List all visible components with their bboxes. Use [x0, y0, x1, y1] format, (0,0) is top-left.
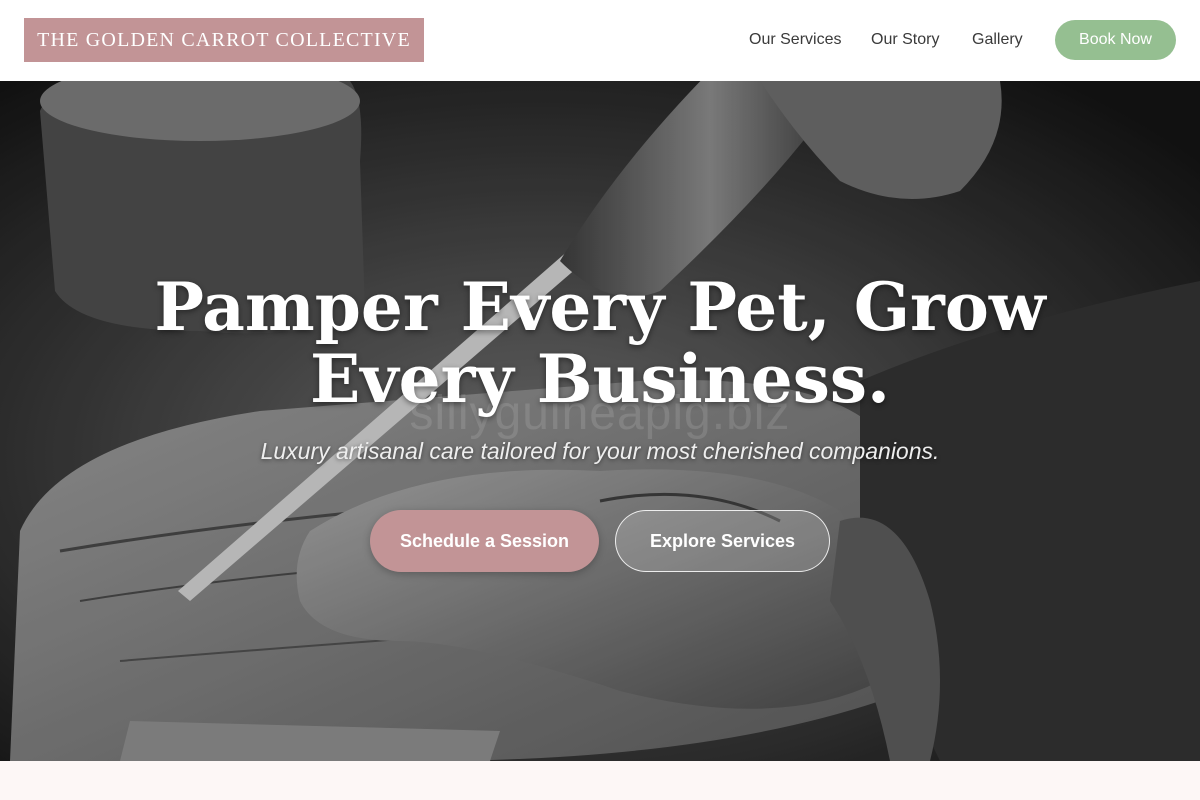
nav-our-story[interactable]: Our Story [871, 20, 939, 60]
explore-services-button[interactable]: Explore Services [615, 510, 830, 572]
nav-gallery[interactable]: Gallery [972, 20, 1023, 60]
site-header: THE GOLDEN CARROT COLLECTIVE Our Service… [0, 0, 1200, 81]
next-section [0, 761, 1200, 800]
book-now-button[interactable]: Book Now [1055, 20, 1176, 60]
hero-subtitle: Luxury artisanal care tailored for your … [260, 438, 940, 464]
schedule-session-button[interactable]: Schedule a Session [370, 510, 599, 572]
hero-section: sillyguineapig.biz Pamper Every Pet, Gro… [0, 81, 1200, 761]
nav-our-services[interactable]: Our Services [749, 20, 841, 60]
hero-title: Pamper Every Pet, Grow Every Business. [150, 271, 1050, 415]
hero-title-line1: Pamper Every Pet, Grow [154, 268, 1046, 346]
site-logo[interactable]: THE GOLDEN CARROT COLLECTIVE [24, 18, 424, 62]
hero-title-line2: Every Business. [309, 340, 890, 418]
